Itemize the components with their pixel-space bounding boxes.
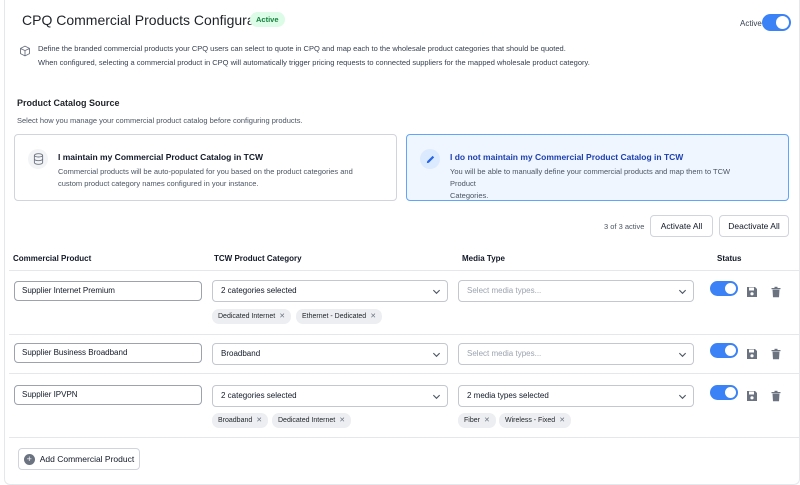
- media-type-select[interactable]: Select media types...: [458, 280, 694, 302]
- active-count: 3 of 3 active: [604, 222, 645, 231]
- divider: [9, 270, 800, 271]
- chevron-down-icon: [678, 352, 687, 358]
- category-chip[interactable]: Broadband ✕: [212, 413, 269, 428]
- row-active-toggle[interactable]: [710, 385, 738, 400]
- product-name-input[interactable]: Supplier Internet Premium: [14, 281, 202, 301]
- save-icon[interactable]: [746, 348, 758, 360]
- chevron-down-icon: [432, 289, 441, 295]
- category-chip[interactable]: Dedicated Internet ✕: [212, 309, 292, 324]
- col-header-media: Media Type: [462, 254, 505, 263]
- col-header-status: Status: [717, 254, 742, 263]
- trash-icon[interactable]: [770, 348, 782, 360]
- page-title: CPQ Commercial Products Configuration: [22, 12, 278, 28]
- catalog-option-desc: Commercial products will be auto-populat…: [58, 167, 353, 188]
- chevron-down-icon: [678, 289, 687, 295]
- catalog-option-desc: You will be able to manually define your…: [450, 167, 731, 200]
- media-type-select[interactable]: Select media types...: [458, 343, 694, 365]
- media-type-select[interactable]: 2 media types selected: [458, 385, 694, 407]
- status-badge: Active: [250, 12, 285, 27]
- category-chip[interactable]: Dedicated Internet ✕: [272, 413, 352, 428]
- cube-icon: [20, 45, 30, 57]
- catalog-option-title: I maintain my Commercial Product Catalog…: [58, 152, 263, 162]
- category-select[interactable]: Broadband: [212, 343, 448, 365]
- remove-chip-icon[interactable]: ✕: [256, 417, 262, 424]
- remove-chip-icon[interactable]: ✕: [559, 417, 565, 424]
- active-toggle-label: Active: [740, 19, 762, 28]
- chevron-down-icon: [432, 352, 441, 358]
- category-select[interactable]: 2 categories selected: [212, 280, 448, 302]
- col-header-product: Commercial Product: [13, 254, 92, 263]
- divider: [9, 437, 800, 438]
- catalog-section-title: Product Catalog Source: [17, 98, 120, 108]
- trash-icon[interactable]: [770, 390, 782, 402]
- intro-line-1: Define the branded commercial products y…: [38, 44, 566, 53]
- catalog-section-subtitle: Select how you manage your commercial pr…: [17, 116, 303, 125]
- intro-line-2: When configured, selecting a commercial …: [38, 58, 590, 67]
- remove-chip-icon[interactable]: ✕: [370, 313, 376, 320]
- add-commercial-product-button[interactable]: + Add Commercial Product: [18, 448, 140, 470]
- row-active-toggle[interactable]: [710, 281, 738, 296]
- active-toggle[interactable]: [762, 14, 791, 31]
- row-active-toggle[interactable]: [710, 343, 738, 358]
- save-icon[interactable]: [746, 286, 758, 298]
- config-card: CPQ Commercial Products Configuration Ac…: [4, 0, 800, 485]
- activate-all-button[interactable]: Activate All: [650, 215, 713, 237]
- media-chip[interactable]: Wireless - Fixed ✕: [499, 413, 572, 428]
- trash-icon[interactable]: [770, 286, 782, 298]
- product-name-input[interactable]: Supplier IPVPN: [14, 385, 202, 405]
- remove-chip-icon[interactable]: ✕: [279, 313, 285, 320]
- divider: [9, 334, 800, 335]
- deactivate-all-button[interactable]: Deactivate All: [719, 215, 789, 237]
- catalog-option-maintain[interactable]: I maintain my Commercial Product Catalog…: [14, 134, 397, 201]
- chevron-down-icon: [432, 394, 441, 400]
- plus-icon: +: [23, 453, 35, 465]
- category-chip[interactable]: Ethernet - Dedicated ✕: [296, 309, 383, 324]
- category-select[interactable]: 2 categories selected: [212, 385, 448, 407]
- save-icon[interactable]: [746, 390, 758, 402]
- product-name-input[interactable]: Supplier Business Broadband: [14, 343, 202, 363]
- add-button-label: Add Commercial Product: [39, 454, 135, 464]
- pencil-icon: [420, 149, 440, 169]
- media-chip[interactable]: Fiber ✕: [458, 413, 496, 428]
- col-header-category: TCW Product Category: [214, 254, 302, 263]
- remove-chip-icon[interactable]: ✕: [484, 417, 490, 424]
- remove-chip-icon[interactable]: ✕: [339, 417, 345, 424]
- database-icon: [28, 149, 48, 169]
- catalog-option-not-maintain[interactable]: I do not maintain my Commercial Product …: [406, 134, 789, 201]
- catalog-option-title: I do not maintain my Commercial Product …: [450, 152, 684, 162]
- chevron-down-icon: [678, 394, 687, 400]
- divider: [9, 373, 800, 374]
